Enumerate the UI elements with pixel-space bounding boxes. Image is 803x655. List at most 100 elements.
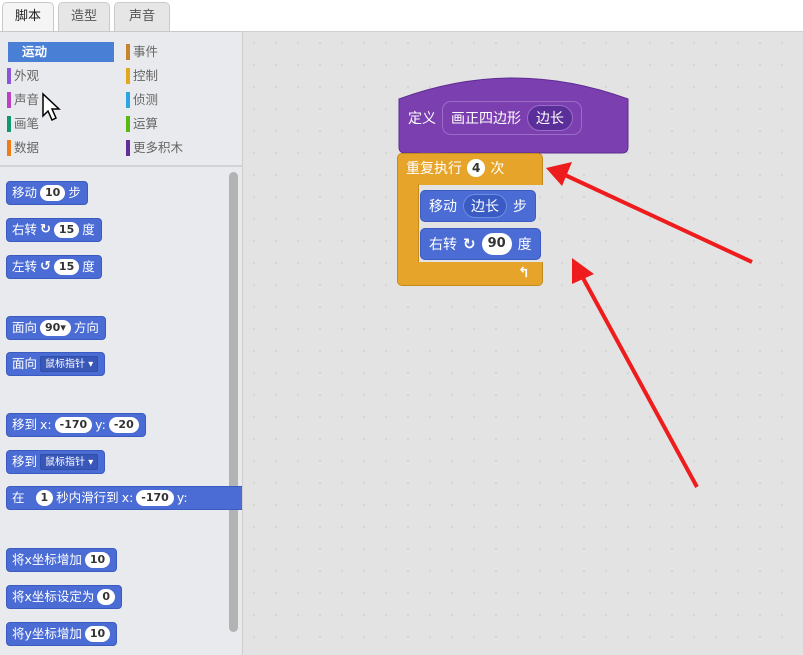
category-motion[interactable]: 运动 — [8, 42, 114, 62]
target-dropdown[interactable]: 鼠标指针 ▾ — [40, 356, 99, 372]
repeat-suffix: 次 — [490, 161, 505, 177]
category-color-swatch — [7, 92, 11, 108]
block-label: 在 — [12, 490, 25, 505]
block-label: 方向 — [73, 320, 99, 335]
tab-scripts[interactable]: 脚本 — [2, 2, 54, 33]
degrees-input[interactable]: 15 — [53, 222, 80, 238]
category-sensing-label: 侦测 — [133, 92, 159, 107]
rotate-clockwise-icon: ↻ — [40, 222, 51, 237]
category-color-swatch — [126, 92, 130, 108]
define-label: 定义 — [408, 111, 436, 127]
category-sensing[interactable]: 侦测 — [119, 90, 229, 110]
custom-block-prototype[interactable]: 画正四边形 边长 — [442, 101, 582, 135]
steps-input[interactable]: 10 — [40, 185, 66, 201]
block-label: 左转 — [12, 259, 38, 274]
block-goto-xy[interactable]: 移到 x: -170 y: -20 — [6, 413, 146, 437]
repeat-block-arm — [397, 184, 419, 264]
category-control-label: 控制 — [133, 68, 159, 83]
parameter-side-length[interactable]: 边长 — [463, 194, 507, 218]
block-label: 移到 — [12, 417, 38, 432]
y-input[interactable]: -20 — [108, 417, 139, 433]
block-move-steps[interactable]: 移动 10 步 — [6, 181, 88, 205]
rotate-counterclockwise-icon: ↺ — [40, 259, 51, 274]
category-looks[interactable]: 外观 — [0, 66, 114, 86]
block-label: 度 — [82, 259, 95, 274]
block-label: 步 — [513, 199, 527, 215]
degrees-input[interactable]: 15 — [53, 259, 80, 275]
parameter-side-length[interactable]: 边长 — [527, 105, 573, 131]
category-looks-label: 外观 — [14, 68, 40, 83]
category-color-swatch — [7, 140, 11, 156]
value-input[interactable]: 10 — [84, 626, 111, 642]
category-sound-label: 声音 — [14, 92, 40, 107]
category-events-label: 事件 — [133, 44, 159, 59]
block-label: 移动 — [12, 185, 38, 200]
tab-bar: 脚本 造型 声音 — [0, 0, 803, 33]
block-goto[interactable]: 移到 鼠标指针 ▾ — [6, 450, 106, 474]
block-label: 步 — [68, 185, 81, 200]
block-label: 右转 — [12, 222, 38, 237]
block-point-in-direction[interactable]: 面向 90▾ 方向 — [6, 316, 106, 340]
block-turn-right[interactable]: 右转 ↻ 15 度 — [6, 218, 102, 242]
scratch-editor: 脚本 造型 声音 运动 事件 外观 控制 声音 侦测 画笔 运算 数据 更多积木… — [0, 0, 803, 655]
category-events[interactable]: 事件 — [119, 42, 229, 62]
direction-dropdown[interactable]: 90▾ — [40, 320, 71, 336]
block-turn-left[interactable]: 左转 ↺ 15 度 — [6, 255, 102, 279]
block-label: x: — [121, 490, 134, 505]
category-data[interactable]: 数据 — [0, 138, 114, 158]
category-color-swatch — [7, 68, 11, 84]
script-move-block[interactable]: 移动 边长 步 — [420, 190, 536, 222]
category-more-blocks[interactable]: 更多积木 — [119, 138, 229, 158]
block-change-y[interactable]: 将y坐标增加 10 — [6, 622, 118, 646]
block-label: x: — [40, 417, 52, 432]
mouse-cursor-icon — [42, 92, 61, 122]
rotate-clockwise-icon: ↻ — [463, 235, 476, 253]
block-label: y: — [95, 417, 106, 432]
value-input[interactable]: 0 — [97, 589, 116, 605]
block-label: 秒内滑行到 — [56, 490, 119, 505]
block-label: 移到 — [12, 454, 38, 469]
block-label: 度 — [82, 222, 95, 237]
block-set-x[interactable]: 将x坐标设定为 0 — [6, 585, 123, 609]
category-more-blocks-label: 更多积木 — [133, 140, 184, 155]
block-label: 将x坐标设定为 — [12, 589, 95, 604]
category-color-swatch — [126, 116, 130, 132]
category-operators[interactable]: 运算 — [119, 114, 229, 134]
category-color-swatch — [126, 140, 130, 156]
block-glide[interactable]: 在 1 秒内滑行到 x: -170 y: — [6, 486, 242, 510]
repeat-label: 重复执行 — [406, 161, 462, 177]
category-control[interactable]: 控制 — [119, 66, 229, 86]
block-label: y: — [176, 490, 188, 505]
category-color-swatch — [126, 44, 130, 60]
loop-arrow-icon: ↰ — [518, 265, 530, 281]
define-block[interactable]: 定义 画正四边形 边长 — [408, 101, 582, 135]
block-change-x[interactable]: 将x坐标增加 10 — [6, 548, 118, 572]
block-label: 度 — [517, 237, 532, 253]
block-palette: 运动 事件 外观 控制 声音 侦测 画笔 运算 数据 更多积木 移动 10 步 … — [0, 31, 242, 655]
category-pen-label: 画笔 — [14, 116, 40, 131]
palette-scrollbar[interactable] — [229, 172, 238, 632]
value-input[interactable]: 10 — [84, 552, 111, 568]
block-label: 将y坐标增加 — [12, 626, 82, 641]
x-input[interactable]: -170 — [136, 490, 174, 506]
block-label: 面向 — [12, 356, 38, 371]
block-label: 将x坐标增加 — [12, 552, 82, 567]
block-label: 面向 — [12, 320, 38, 335]
category-motion-label: 运动 — [22, 44, 48, 59]
block-label: 右转 — [429, 237, 457, 253]
target-dropdown[interactable]: 鼠标指针 ▾ — [40, 454, 99, 470]
script-turn-right-block[interactable]: 右转 ↻ 90 度 — [420, 228, 541, 260]
palette-divider — [0, 165, 242, 167]
category-operators-label: 运算 — [133, 116, 159, 131]
tab-sounds[interactable]: 声音 — [114, 2, 170, 32]
repeat-block-label-row: 重复执行 4 次 — [406, 158, 504, 178]
seconds-input[interactable]: 1 — [35, 490, 54, 506]
category-data-label: 数据 — [14, 140, 40, 155]
tab-costumes[interactable]: 造型 — [58, 2, 110, 32]
x-input[interactable]: -170 — [54, 417, 93, 433]
custom-block-name: 画正四边形 — [451, 111, 521, 127]
block-point-towards[interactable]: 面向 鼠标指针 ▾ — [6, 352, 106, 376]
degrees-input[interactable]: 90 — [481, 233, 512, 255]
category-color-swatch — [126, 68, 130, 84]
repeat-count-input[interactable]: 4 — [467, 159, 486, 177]
